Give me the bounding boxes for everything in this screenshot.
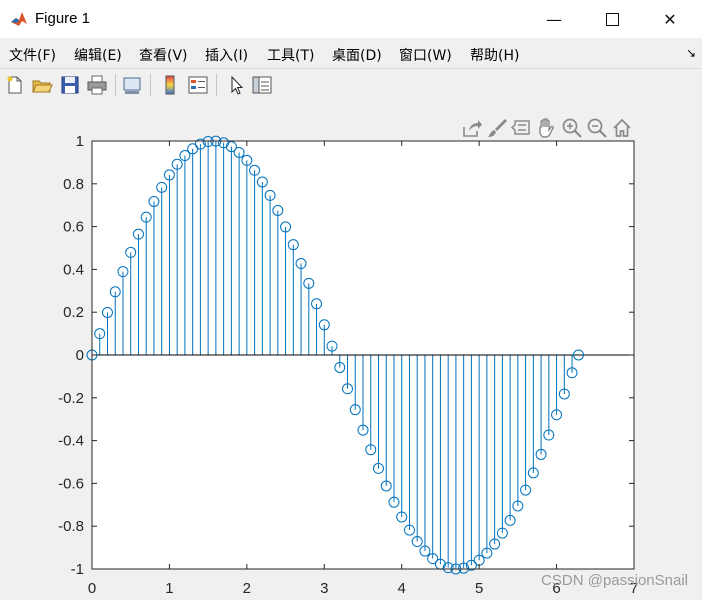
- zoom-out-icon[interactable]: [586, 117, 608, 139]
- y-tick-label: 0.4: [63, 261, 84, 278]
- data-tips-icon[interactable]: [510, 117, 532, 139]
- pan-icon[interactable]: [535, 117, 557, 139]
- x-tick-label: 1: [165, 580, 173, 597]
- watermark: CSDN @passionSnail: [541, 572, 688, 589]
- export-icon[interactable]: [461, 117, 483, 139]
- brush-icon[interactable]: [486, 117, 508, 139]
- y-tick-label: 0.6: [63, 219, 84, 236]
- x-tick-label: 2: [243, 580, 251, 597]
- y-tick-label: 0.2: [63, 304, 84, 321]
- y-tick-label: -0.2: [58, 390, 84, 407]
- home-icon[interactable]: [611, 117, 633, 139]
- x-tick-label: 5: [475, 580, 483, 597]
- x-tick-label: 0: [88, 580, 96, 597]
- y-tick-label: 1: [76, 133, 84, 150]
- y-tick-label: -1: [71, 561, 84, 578]
- stem-plot: 0 1 2 3 4 5 6 710.80.60.40.20-0.2-0.4-0.6-0.8-1: [58, 133, 638, 597]
- zoom-in-icon[interactable]: [561, 117, 583, 139]
- y-tick-label: -0.8: [58, 518, 84, 535]
- x-tick-label: 4: [398, 580, 406, 597]
- y-tick-label: 0: [76, 347, 84, 364]
- y-tick-label: 0.8: [63, 176, 84, 193]
- x-tick-label: 3: [320, 580, 328, 597]
- y-tick-label: -0.6: [58, 475, 84, 492]
- y-tick-label: -0.4: [58, 433, 84, 450]
